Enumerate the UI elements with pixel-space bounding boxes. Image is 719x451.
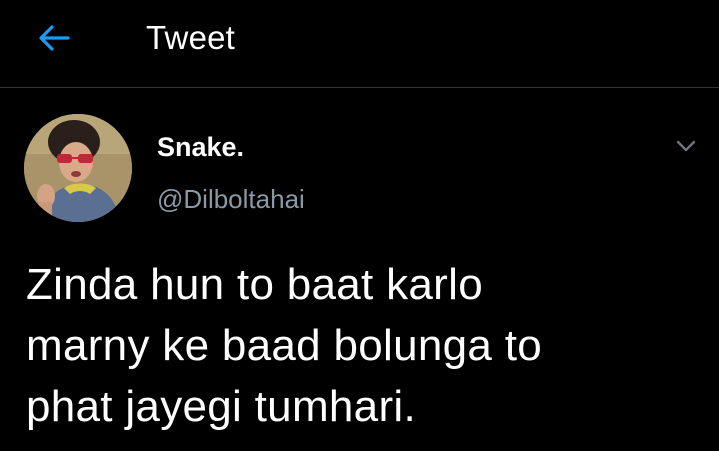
- more-options-button[interactable]: [666, 128, 706, 164]
- tweet-text: Zinda hun to baat karlo marny ke baad bo…: [26, 254, 706, 437]
- tweet-text-line: Zinda hun to baat karlo: [26, 260, 483, 309]
- top-app-bar: Tweet: [0, 0, 719, 88]
- author-display-name[interactable]: Snake.: [157, 130, 244, 164]
- avatar[interactable]: [24, 114, 132, 222]
- page-title: Tweet: [146, 19, 236, 56]
- back-button[interactable]: [30, 18, 78, 58]
- chevron-down-icon: [676, 140, 696, 152]
- tweet-text-line: phat jayegi tumhari.: [26, 382, 416, 431]
- author-handle[interactable]: @Dilboltahai: [157, 182, 305, 216]
- profile-photo: [24, 114, 132, 222]
- tweet-text-line: marny ke baad bolunga to: [26, 321, 542, 370]
- arrow-left-icon: [39, 25, 70, 51]
